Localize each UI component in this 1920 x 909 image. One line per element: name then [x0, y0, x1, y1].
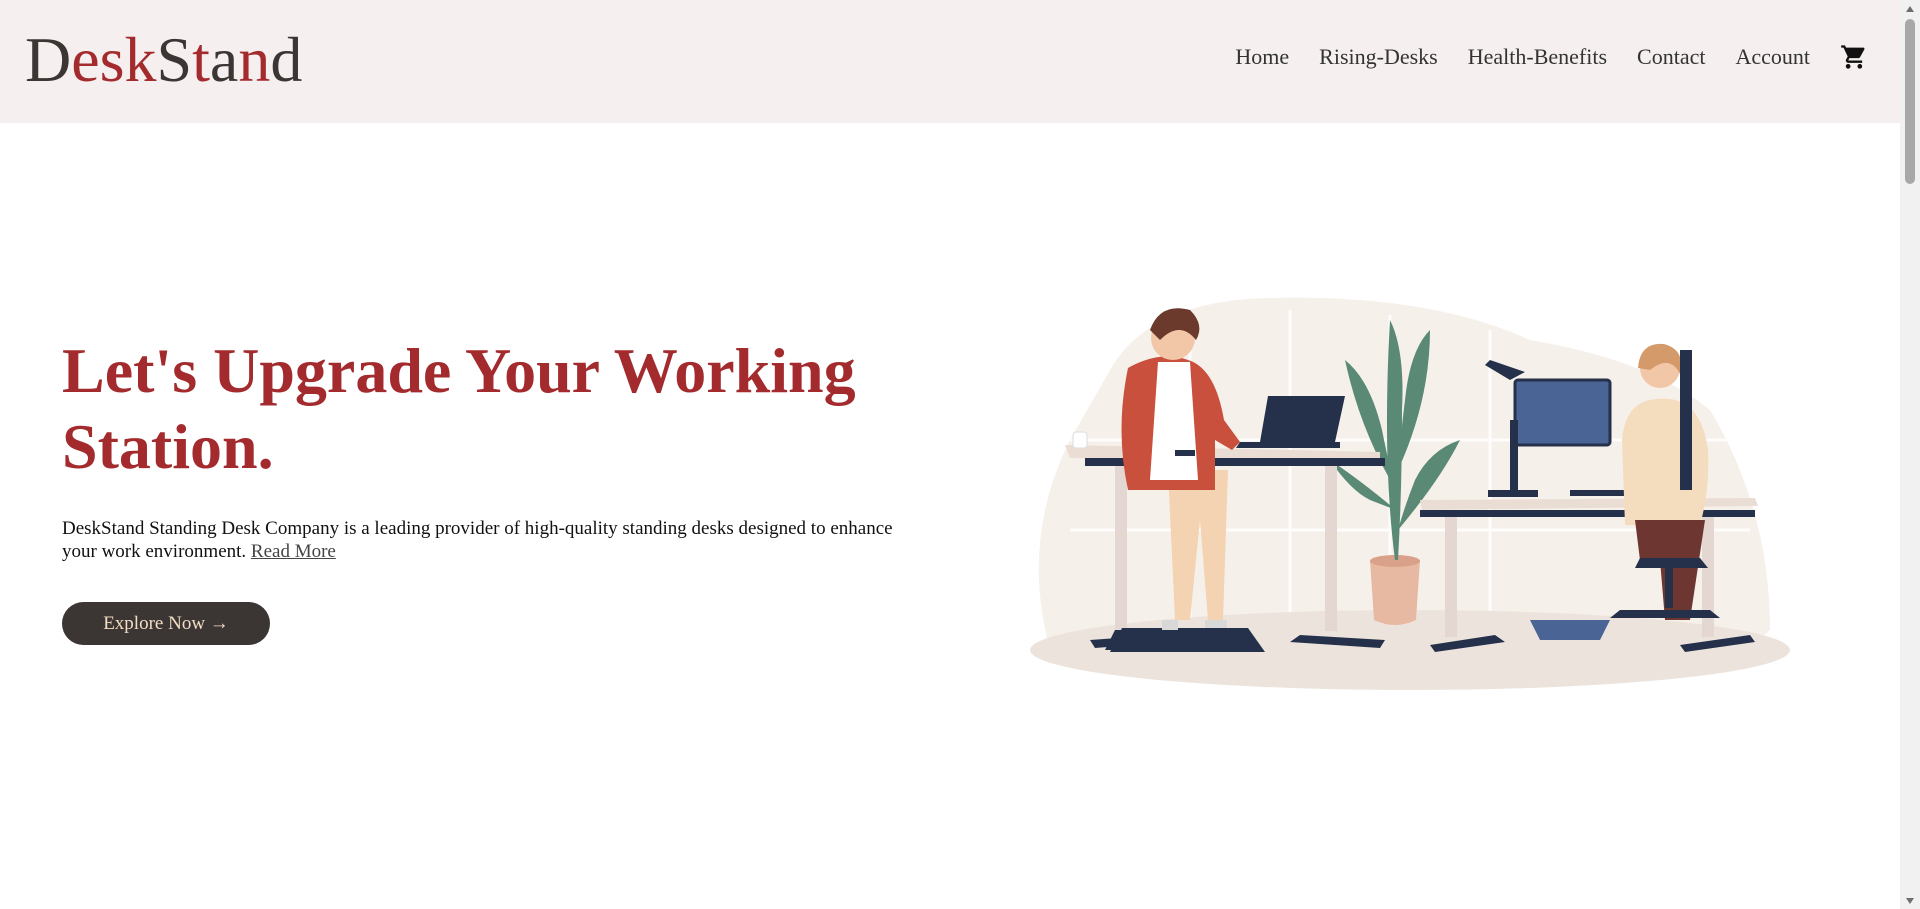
logo-letter: k: [124, 24, 157, 95]
hero-title-line: Let's Upgrade Your Working: [62, 335, 856, 406]
cart-icon[interactable]: [1840, 43, 1868, 71]
hero-description-text: your work environment.: [62, 541, 247, 562]
logo-letter: d: [270, 24, 303, 95]
hero-title: Let's Upgrade Your Working Station.: [62, 333, 962, 485]
hero-description: DeskStand Standing Desk Company is a lea…: [62, 517, 962, 563]
standing-desk-illustration: [1030, 297, 1790, 690]
logo-letter: a: [209, 24, 239, 95]
hero-title-line: Station.: [62, 411, 274, 482]
nav-account-link[interactable]: Account: [1735, 40, 1810, 74]
scroll-down-arrow-icon[interactable]: [1900, 892, 1920, 909]
explore-now-button[interactable]: Explore Now →: [62, 602, 270, 645]
logo-letter: t: [192, 24, 210, 95]
nav-home-link[interactable]: Home: [1235, 40, 1289, 74]
site-logo[interactable]: DeskStand: [25, 22, 302, 98]
page-scrollbar[interactable]: [1900, 0, 1920, 909]
hero-illustration: [1010, 290, 1790, 690]
logo-letter: e: [71, 24, 100, 95]
read-more-link[interactable]: Read More: [251, 541, 336, 562]
page: DeskStand Home Rising-Desks Health-Benef…: [0, 0, 1920, 909]
logo-letter: S: [156, 24, 193, 95]
hero-description-text: DeskStand Standing Desk Company is a lea…: [62, 518, 893, 539]
logo-letter: D: [25, 24, 72, 95]
scrollbar-thumb[interactable]: [1905, 19, 1915, 184]
site-header: DeskStand Home Rising-Desks Health-Benef…: [0, 0, 1900, 123]
nav-contact-link[interactable]: Contact: [1637, 40, 1705, 74]
nav-health-benefits-link[interactable]: Health-Benefits: [1468, 40, 1607, 74]
nav-rising-desks-link[interactable]: Rising-Desks: [1319, 40, 1438, 74]
main-nav: Home Rising-Desks Health-Benefits Contac…: [1205, 40, 1868, 74]
scroll-up-arrow-icon[interactable]: [1900, 0, 1920, 17]
logo-letter: s: [99, 24, 125, 95]
logo-letter: n: [238, 24, 271, 95]
